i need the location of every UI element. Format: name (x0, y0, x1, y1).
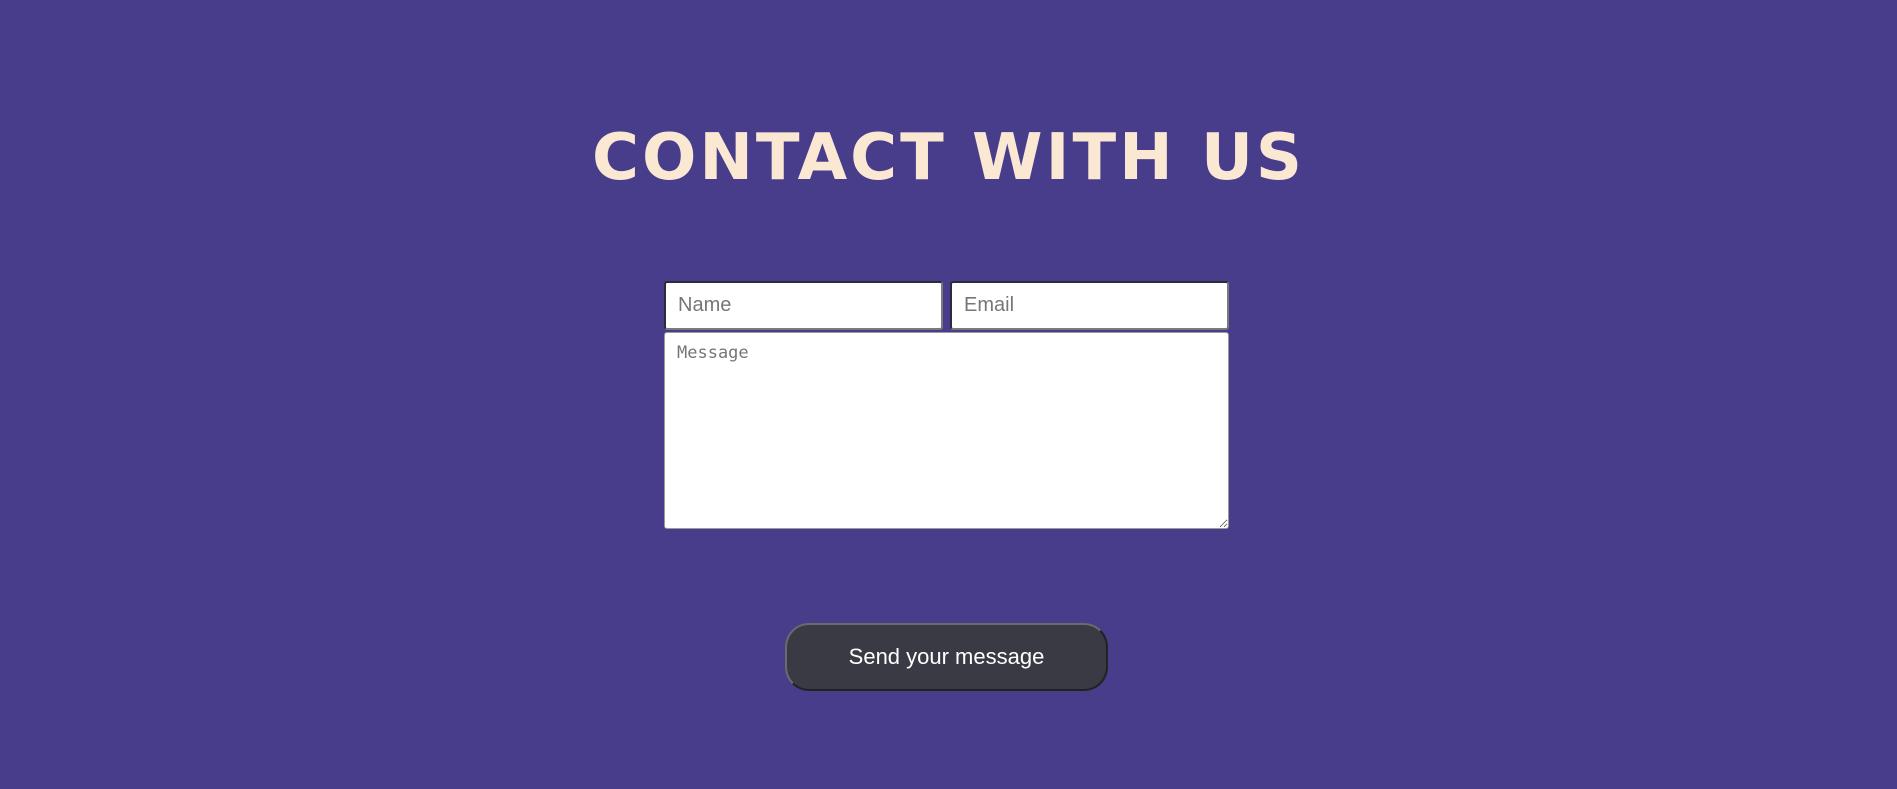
contact-page: CONTACT WITH US Send your message (0, 0, 1897, 789)
message-textarea[interactable] (664, 332, 1229, 529)
page-title: CONTACT WITH US (591, 121, 1306, 195)
name-input[interactable] (664, 281, 943, 330)
contact-fields-row (664, 281, 1229, 330)
contact-form (664, 281, 1229, 529)
email-input[interactable] (950, 281, 1229, 330)
send-message-button[interactable]: Send your message (785, 623, 1108, 691)
